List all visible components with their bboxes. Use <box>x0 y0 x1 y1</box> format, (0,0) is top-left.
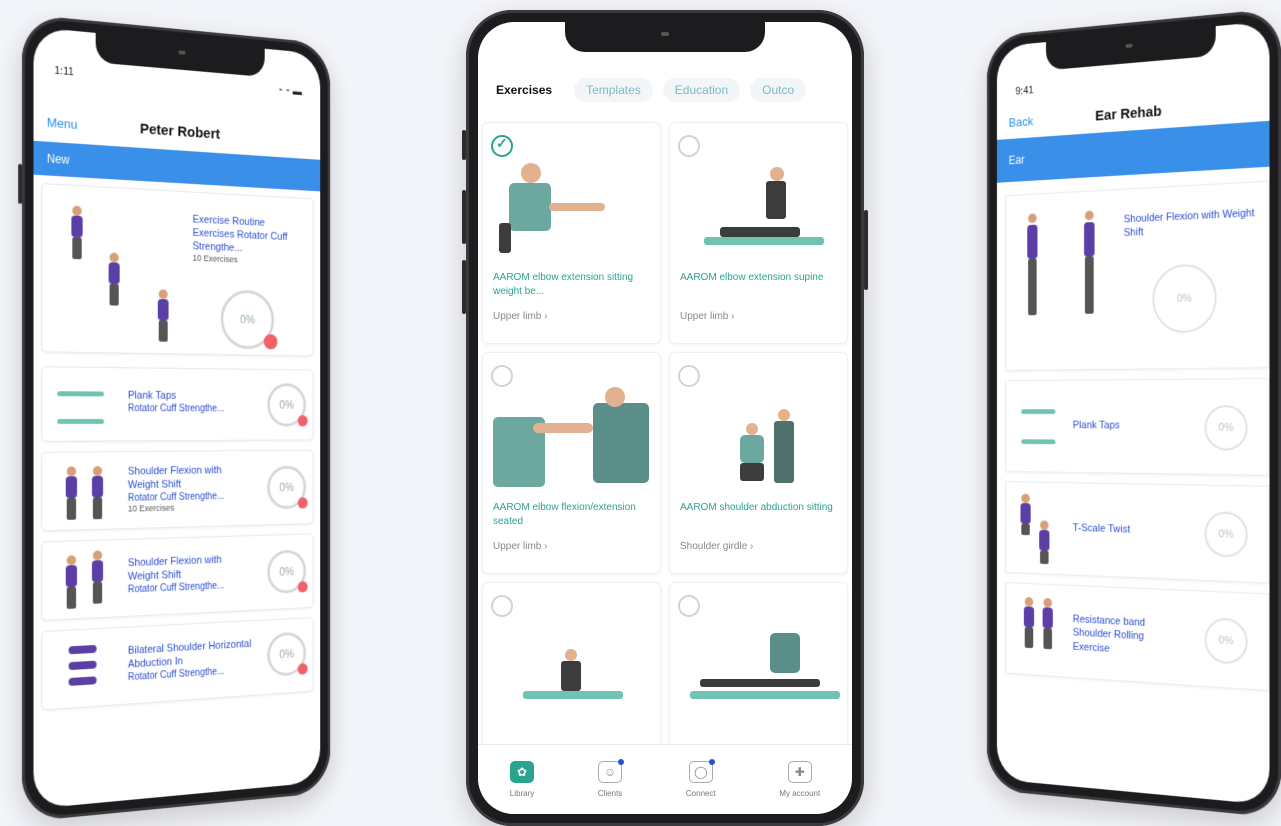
exercise-illustration <box>680 393 837 493</box>
tab-education[interactable]: Education <box>662 78 741 102</box>
exercise-subtitle: Rotator Cuff Strengthe... <box>127 403 225 414</box>
exercise-title: Plank Taps <box>1072 419 1120 432</box>
exercise-illustration <box>493 387 650 493</box>
status-bar: 1:11 ⁃ ⁃ ▬ <box>54 65 301 99</box>
progress-indicator <box>297 663 308 675</box>
exercise-illustration <box>493 163 650 263</box>
exercise-category[interactable]: Upper limb › <box>680 311 734 322</box>
exercise-category[interactable]: Shoulder girdle › <box>680 541 753 552</box>
progress-indicator <box>297 497 308 509</box>
account-icon: ✚ <box>787 761 812 783</box>
exercise-illustration <box>1020 209 1115 354</box>
bottom-tab-bar: ✿ Library ☺ Clients ◯ Connect ✚ My accou… <box>478 744 852 814</box>
progress-indicator <box>263 334 278 350</box>
clients-icon: ☺ <box>598 759 625 783</box>
phone-right: 9:41 Back Ear Rehab Ear Shoulder Flexion… <box>986 8 1281 818</box>
progress-ring: 0% <box>1204 511 1248 558</box>
library-icon: ✿ <box>510 761 535 783</box>
exercise-card[interactable]: AAROM elbow flexion/extension seated Upp… <box>482 352 661 574</box>
volume-button <box>18 163 22 204</box>
exercise-title: AAROM elbow extension sitting weight be.… <box>493 272 634 297</box>
list-item[interactable]: Plank Taps 0% <box>1005 378 1270 476</box>
exercise-count: 10 Exercises <box>127 502 175 514</box>
exercise-category[interactable]: Upper limb › <box>493 541 547 552</box>
exercise-title: Resistance band Shoulder Rolling Exercis… <box>1072 613 1146 655</box>
checkbox[interactable] <box>678 365 700 387</box>
exercise-title: AAROM elbow flexion/extension seated <box>493 502 636 527</box>
power-button <box>864 210 868 290</box>
exercise-card[interactable]: AAROM elbow extension sitting weight be.… <box>482 122 661 344</box>
list-item[interactable]: Shoulder Flexion with Weight Shift Rotat… <box>41 449 314 532</box>
exercise-illustration <box>680 623 840 723</box>
phone-right-screen: 9:41 Back Ear Rehab Ear Shoulder Flexion… <box>996 21 1270 805</box>
status-icons: ⁃ ⁃ ▬ <box>278 84 302 98</box>
checkbox[interactable] <box>491 365 513 387</box>
progress-ring: 0% <box>1152 263 1217 334</box>
phone-center: Exercises Templates Education Outco AARO… <box>462 10 868 826</box>
phone-left-screen: 1:11 ⁃ ⁃ ▬ Menu Peter Robert New Exercis… <box>33 27 321 809</box>
tab-exercises[interactable]: Exercises <box>492 78 564 102</box>
checkbox[interactable] <box>491 135 513 157</box>
list-item[interactable]: Plank Taps Rotator Cuff Strengthe... 0% <box>41 366 314 442</box>
exercise-grid: AAROM elbow extension sitting weight be.… <box>482 122 848 804</box>
progress-indicator <box>297 415 308 427</box>
progress-ring: 0% <box>1204 617 1248 665</box>
tab-clients[interactable]: ☺ Clients <box>598 759 625 798</box>
tab-connect[interactable]: ◯ Connect <box>686 759 716 798</box>
back-button[interactable]: Back <box>1009 113 1033 129</box>
program-hero-card[interactable]: Shoulder Flexion with Weight Shift 0% <box>1005 180 1270 371</box>
status-time: 9:41 <box>1015 84 1034 98</box>
notch <box>565 22 765 52</box>
list-item[interactable]: Bilateral Shoulder Horizontal Abduction … <box>41 617 314 711</box>
exercise-illustration <box>55 199 192 350</box>
volume-up-button <box>462 190 466 244</box>
tab-my-account[interactable]: ✚ My account <box>779 761 820 798</box>
exercise-card[interactable]: AAROM elbow extension supine Upper limb … <box>669 122 848 344</box>
status-time: 1:11 <box>54 64 74 79</box>
checkbox[interactable] <box>678 595 700 617</box>
page-title: Peter Robert <box>139 120 221 143</box>
exercise-title: AAROM shoulder abduction sitting <box>680 502 833 513</box>
page-title: Ear Rehab <box>1095 102 1162 124</box>
exercise-title: Shoulder Flexion with Weight Shift <box>127 464 222 491</box>
exercise-illustration <box>680 163 837 263</box>
checkbox[interactable] <box>678 135 700 157</box>
exercise-card[interactable]: AAROM shoulder abduction sitting Shoulde… <box>669 352 848 574</box>
program-hero-card[interactable]: Exercise Routine Exercises Rotator Cuff … <box>41 183 314 357</box>
exercise-category[interactable]: Upper limb › <box>493 311 547 322</box>
tab-templates[interactable]: Templates <box>574 78 653 102</box>
mute-switch <box>462 130 466 160</box>
exercise-title: T-Scale Twist <box>1072 522 1131 536</box>
chat-icon: ◯ <box>688 759 715 783</box>
phone-left: 1:11 ⁃ ⁃ ▬ Menu Peter Robert New Exercis… <box>18 14 331 822</box>
exercise-title: Plank Taps <box>127 389 177 402</box>
program-title: Shoulder Flexion with Weight Shift <box>1123 207 1255 240</box>
phone-center-screen: Exercises Templates Education Outco AARO… <box>478 22 852 814</box>
volume-down-button <box>462 260 466 314</box>
notch <box>1045 26 1216 71</box>
tab-outcomes[interactable]: Outco <box>750 78 807 102</box>
list-item[interactable]: Shoulder Flexion with Weight Shift Rotat… <box>41 533 314 622</box>
back-button[interactable]: Menu <box>47 114 78 131</box>
exercise-illustration <box>493 623 650 723</box>
checkbox[interactable] <box>491 595 513 617</box>
list-item[interactable]: T-Scale Twist 0% <box>1005 481 1270 584</box>
progress-indicator <box>297 581 308 593</box>
tab-library[interactable]: ✿ Library <box>510 761 534 798</box>
list-item[interactable]: Resistance band Shoulder Rolling Exercis… <box>1005 582 1270 692</box>
progress-ring: 0% <box>1204 405 1248 451</box>
program-title: Exercise Routine Exercises Rotator Cuff … <box>192 213 288 254</box>
category-tabs: Exercises Templates Education Outco <box>492 78 852 102</box>
exercise-title: AAROM elbow extension supine <box>680 272 824 283</box>
